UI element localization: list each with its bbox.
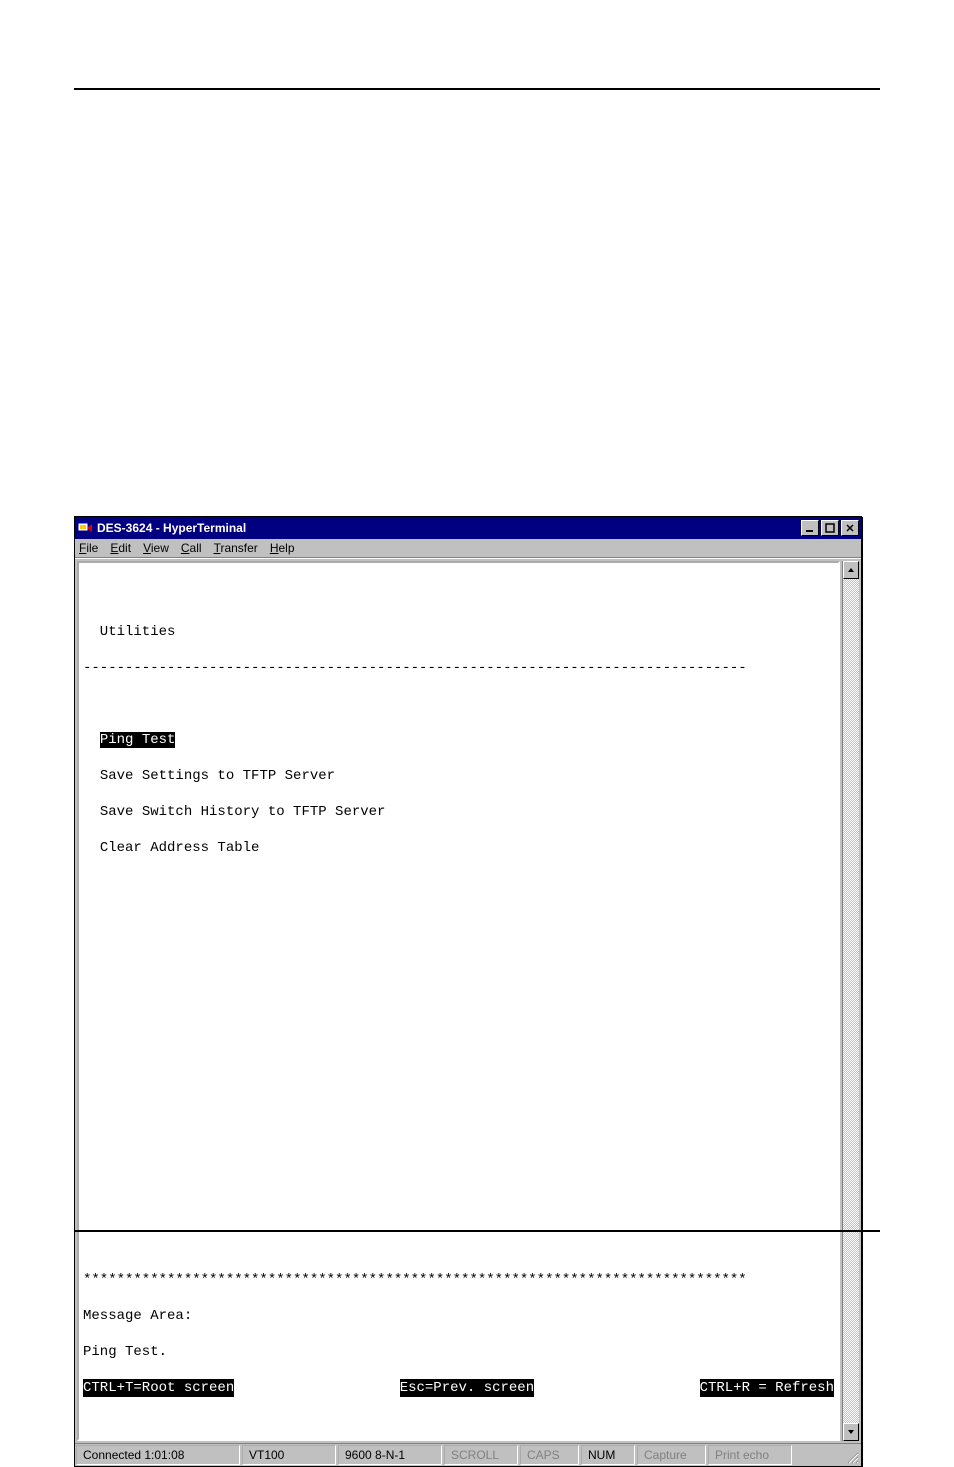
client-area: Utilities ------------------------------… <box>75 558 861 1443</box>
maximize-button[interactable] <box>821 520 839 536</box>
menu-hotkey: V <box>143 541 151 555</box>
status-caps: CAPS <box>520 1445 579 1465</box>
hint-prev: Esc=Prev. screen <box>400 1379 534 1397</box>
scroll-up-icon[interactable] <box>843 561 859 579</box>
term-text: Save Settings to TFTP Server <box>100 768 335 784</box>
term-blank <box>83 1163 834 1181</box>
term-stars: ****************************************… <box>83 1271 834 1289</box>
term-text: Clear Address Table <box>100 840 260 856</box>
menu-rest: dit <box>118 541 131 555</box>
term-rule: ----------------------------------------… <box>83 659 834 677</box>
statusbar: Connected 1:01:08 VT100 9600 8-N-1 SCROL… <box>75 1443 861 1466</box>
term-menu-item[interactable]: Save Settings to TFTP Server <box>83 767 834 785</box>
menu-edit[interactable]: Edit <box>110 541 131 555</box>
menu-rest: all <box>190 541 202 555</box>
menubar: File Edit View Call Transfer Help <box>75 539 861 558</box>
terminal[interactable]: Utilities ------------------------------… <box>79 563 838 1439</box>
term-blank <box>83 875 834 893</box>
status-settings: 9600 8-N-1 <box>338 1445 442 1465</box>
menu-transfer[interactable]: Transfer <box>214 541 258 555</box>
selected-item: Ping Test <box>100 732 176 748</box>
status-connected: Connected 1:01:08 <box>76 1445 240 1465</box>
close-button[interactable] <box>841 520 859 536</box>
menu-rest: iew <box>151 541 169 555</box>
term-blank <box>83 983 834 1001</box>
menu-rest: ransfer <box>220 541 257 555</box>
status-capture: Capture <box>637 1445 706 1465</box>
term-heading: Utilities <box>83 623 834 641</box>
menu-view[interactable]: View <box>143 541 169 555</box>
status-scroll: SCROLL <box>444 1445 518 1465</box>
term-blank <box>83 1199 834 1217</box>
page-bottom-rule <box>74 1230 880 1232</box>
window-title: DES-3624 - HyperTerminal <box>97 521 799 535</box>
term-blank <box>83 1019 834 1037</box>
status-num: NUM <box>581 1445 635 1465</box>
menu-hotkey: C <box>181 541 190 555</box>
term-text: Save Switch History to TFTP Server <box>100 804 386 820</box>
menu-help[interactable]: Help <box>270 541 295 555</box>
term-menu-item[interactable]: Save Switch History to TFTP Server <box>83 803 834 821</box>
vertical-scrollbar[interactable] <box>842 561 859 1441</box>
term-footer-hints: CTRL+T=Root screen Esc=Prev. screen CTRL+R… <box>83 1379 834 1397</box>
status-emulation: VT100 <box>242 1445 336 1465</box>
menu-call[interactable]: Call <box>181 541 202 555</box>
page-top-rule <box>74 88 880 90</box>
term-msg-text: Ping Test. <box>83 1343 834 1361</box>
scroll-down-icon[interactable] <box>843 1423 859 1441</box>
term-blank <box>83 911 834 929</box>
minimize-button[interactable] <box>801 520 819 536</box>
menu-file[interactable]: File <box>79 541 98 555</box>
term-blank <box>83 587 834 605</box>
resize-grip-icon[interactable] <box>841 1444 861 1466</box>
term-blank <box>83 1055 834 1073</box>
hyperterminal-window: DES-3624 - HyperTerminal File Edit View … <box>74 516 862 1467</box>
app-icon <box>77 520 93 536</box>
hint-refresh: CTRL+R = Refresh <box>700 1379 834 1397</box>
hint-root: CTRL+T=Root screen <box>83 1379 234 1397</box>
term-menu-item[interactable]: Clear Address Table <box>83 839 834 857</box>
term-menu-selected[interactable]: Ping Test <box>83 731 834 749</box>
term-blank <box>83 1091 834 1109</box>
terminal-frame: Utilities ------------------------------… <box>77 561 840 1441</box>
term-blank <box>83 1127 834 1145</box>
term-blank <box>83 947 834 965</box>
menu-rest: elp <box>278 541 294 555</box>
titlebar[interactable]: DES-3624 - HyperTerminal <box>75 517 861 539</box>
term-msg-label: Message Area: <box>83 1307 834 1325</box>
menu-rest: ile <box>86 541 98 555</box>
scroll-track[interactable] <box>843 579 859 1423</box>
term-blank <box>83 1235 834 1253</box>
status-printecho: Print echo <box>708 1445 792 1465</box>
term-blank <box>83 695 834 713</box>
